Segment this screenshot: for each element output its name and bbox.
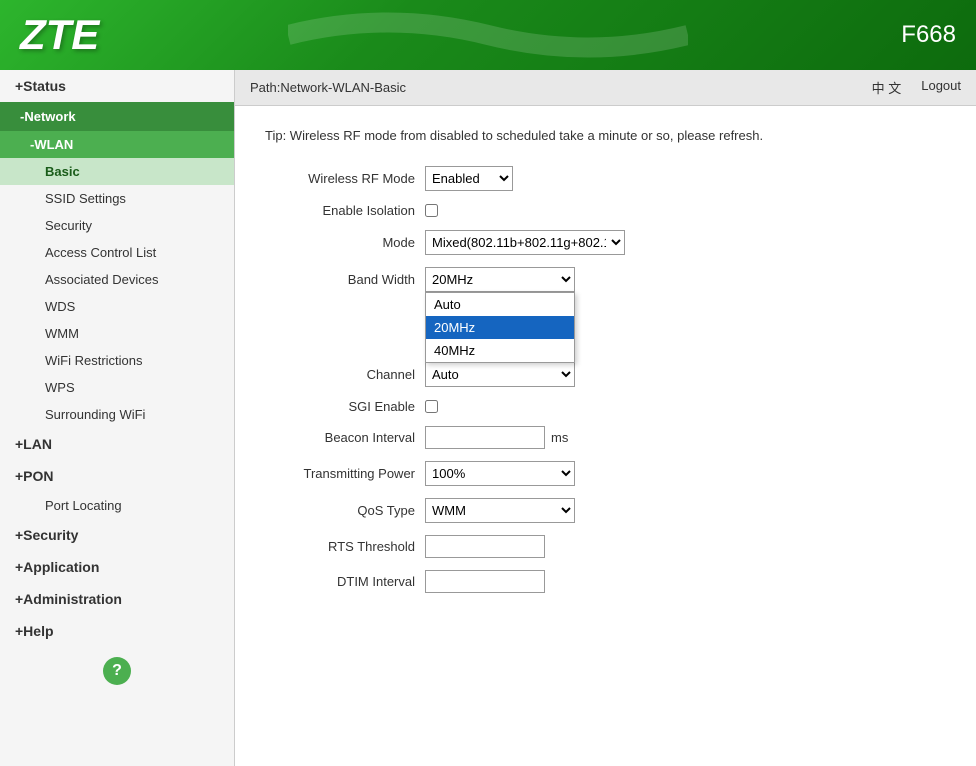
sgi-enable-label: SGI Enable bbox=[265, 399, 425, 414]
dtim-interval-label: DTIM Interval bbox=[265, 574, 425, 589]
sidebar-item-wmm[interactable]: WMM bbox=[0, 320, 234, 347]
administration-label: +Administration bbox=[15, 591, 122, 607]
band-width-dropdown-list: Auto 20MHz 40MHz bbox=[425, 292, 575, 363]
sidebar-item-wifi-restrictions[interactable]: WiFi Restrictions bbox=[0, 347, 234, 374]
sidebar-item-status[interactable]: +Status bbox=[0, 70, 234, 102]
transmitting-power-label: Transmitting Power bbox=[265, 466, 425, 481]
lang-switch-link[interactable]: 中 文 bbox=[872, 78, 902, 97]
enable-isolation-label: Enable Isolation bbox=[265, 203, 425, 218]
path-actions: 中 文 Logout bbox=[872, 78, 961, 97]
sidebar-item-wds[interactable]: WDS bbox=[0, 293, 234, 320]
security-label: Security bbox=[45, 218, 92, 233]
sidebar-item-ssid-settings[interactable]: SSID Settings bbox=[0, 185, 234, 212]
rts-threshold-input[interactable]: 2347 bbox=[425, 535, 545, 558]
basic-label: Basic bbox=[45, 164, 80, 179]
main-container: +Status -Network -WLAN Basic SSID Settin… bbox=[0, 70, 976, 766]
content-area: Path:Network-WLAN-Basic 中 文 Logout Tip: … bbox=[235, 70, 976, 766]
beacon-interval-label: Beacon Interval bbox=[265, 430, 425, 445]
wps-label: WPS bbox=[45, 380, 75, 395]
wmm-label: WMM bbox=[45, 326, 79, 341]
sidebar-item-application[interactable]: +Application bbox=[0, 551, 234, 583]
form-area: Tip: Wireless RF mode from disabled to s… bbox=[235, 106, 976, 625]
band-width-option-20mhz[interactable]: 20MHz bbox=[426, 316, 574, 339]
model-name: F668 bbox=[901, 21, 956, 49]
enable-isolation-row: Enable Isolation bbox=[265, 203, 946, 218]
help-button[interactable]: ? bbox=[103, 657, 131, 685]
band-width-label: Band Width bbox=[265, 272, 425, 287]
status-label: +Status bbox=[15, 78, 66, 94]
sidebar-item-wlan[interactable]: -WLAN bbox=[0, 131, 234, 158]
mode-label: Mode bbox=[265, 235, 425, 250]
sidebar-item-network[interactable]: -Network bbox=[0, 102, 234, 131]
port-locating-label: Port Locating bbox=[45, 498, 122, 513]
qos-type-select[interactable]: WMM None bbox=[425, 498, 575, 523]
wifi-restrictions-label: WiFi Restrictions bbox=[45, 353, 143, 368]
surrounding-wifi-label: Surrounding WiFi bbox=[45, 407, 145, 422]
band-width-option-40mhz[interactable]: 40MHz bbox=[426, 339, 574, 362]
sidebar-item-administration[interactable]: +Administration bbox=[0, 583, 234, 615]
lan-label: +LAN bbox=[15, 436, 52, 452]
channel-label: Channel bbox=[265, 367, 425, 382]
wireless-rf-mode-select[interactable]: Enabled Disabled Scheduled bbox=[425, 166, 513, 191]
beacon-interval-unit: ms bbox=[551, 430, 568, 445]
mode-select[interactable]: Mixed(802.11b+802.11g+802.11r ▼ bbox=[425, 230, 625, 255]
sidebar-item-help[interactable]: +Help bbox=[0, 615, 234, 647]
network-label: -Network bbox=[20, 109, 76, 124]
qos-type-label: QoS Type bbox=[265, 503, 425, 518]
sidebar-item-pon[interactable]: +PON bbox=[0, 460, 234, 492]
sgi-enable-row: SGI Enable bbox=[265, 399, 946, 414]
band-width-row: Band Width 20MHz Auto 40MHz Auto 20MHz 4… bbox=[265, 267, 946, 292]
logo: ZTE bbox=[20, 11, 99, 59]
ssid-settings-label: SSID Settings bbox=[45, 191, 126, 206]
rts-threshold-label: RTS Threshold bbox=[265, 539, 425, 554]
sidebar-item-security-group[interactable]: +Security bbox=[0, 519, 234, 551]
wlan-label: -WLAN bbox=[30, 137, 73, 152]
sidebar-item-wps[interactable]: WPS bbox=[0, 374, 234, 401]
band-width-dropdown-container: 20MHz Auto 40MHz Auto 20MHz 40MHz bbox=[425, 267, 575, 292]
sidebar-item-associated-devices[interactable]: Associated Devices bbox=[0, 266, 234, 293]
sidebar-item-acl[interactable]: Access Control List bbox=[0, 239, 234, 266]
acl-label: Access Control List bbox=[45, 245, 156, 260]
header: ZTE F668 bbox=[0, 0, 976, 70]
logout-link[interactable]: Logout bbox=[921, 78, 961, 97]
qos-type-row: QoS Type WMM None bbox=[265, 498, 946, 523]
channel-row: Channel Auto bbox=[265, 362, 946, 387]
pon-label: +PON bbox=[15, 468, 54, 484]
transmitting-power-select[interactable]: 100% 75% 50% 25% bbox=[425, 461, 575, 486]
tip-text: Tip: Wireless RF mode from disabled to s… bbox=[265, 126, 946, 146]
beacon-interval-row: Beacon Interval 100 ms bbox=[265, 426, 946, 449]
path-bar: Path:Network-WLAN-Basic 中 文 Logout bbox=[235, 70, 976, 106]
security-group-label: +Security bbox=[15, 527, 78, 543]
dtim-interval-row: DTIM Interval 1 bbox=[265, 570, 946, 593]
sidebar-item-security[interactable]: Security bbox=[0, 212, 234, 239]
wireless-rf-mode-label: Wireless RF Mode bbox=[265, 171, 425, 186]
channel-select[interactable]: Auto bbox=[425, 362, 575, 387]
mode-row: Mode Mixed(802.11b+802.11g+802.11r ▼ bbox=[265, 230, 946, 255]
sidebar-item-basic[interactable]: Basic bbox=[0, 158, 234, 185]
application-label: +Application bbox=[15, 559, 99, 575]
wireless-rf-mode-row: Wireless RF Mode Enabled Disabled Schedu… bbox=[265, 166, 946, 191]
rts-threshold-row: RTS Threshold 2347 bbox=[265, 535, 946, 558]
associated-devices-label: Associated Devices bbox=[45, 272, 158, 287]
sidebar-item-surrounding-wifi[interactable]: Surrounding WiFi bbox=[0, 401, 234, 428]
sidebar-item-lan[interactable]: +LAN bbox=[0, 428, 234, 460]
transmitting-power-row: Transmitting Power 100% 75% 50% 25% bbox=[265, 461, 946, 486]
sidebar-item-port-locating[interactable]: Port Locating bbox=[0, 492, 234, 519]
beacon-interval-input[interactable]: 100 bbox=[425, 426, 545, 449]
wds-label: WDS bbox=[45, 299, 75, 314]
enable-isolation-checkbox[interactable] bbox=[425, 204, 438, 217]
sgi-enable-checkbox[interactable] bbox=[425, 400, 438, 413]
band-width-option-auto[interactable]: Auto bbox=[426, 293, 574, 316]
breadcrumb: Path:Network-WLAN-Basic bbox=[250, 80, 406, 95]
sidebar: +Status -Network -WLAN Basic SSID Settin… bbox=[0, 70, 235, 766]
help-label: +Help bbox=[15, 623, 54, 639]
dtim-interval-input[interactable]: 1 bbox=[425, 570, 545, 593]
band-width-select[interactable]: 20MHz Auto 40MHz bbox=[425, 267, 575, 292]
